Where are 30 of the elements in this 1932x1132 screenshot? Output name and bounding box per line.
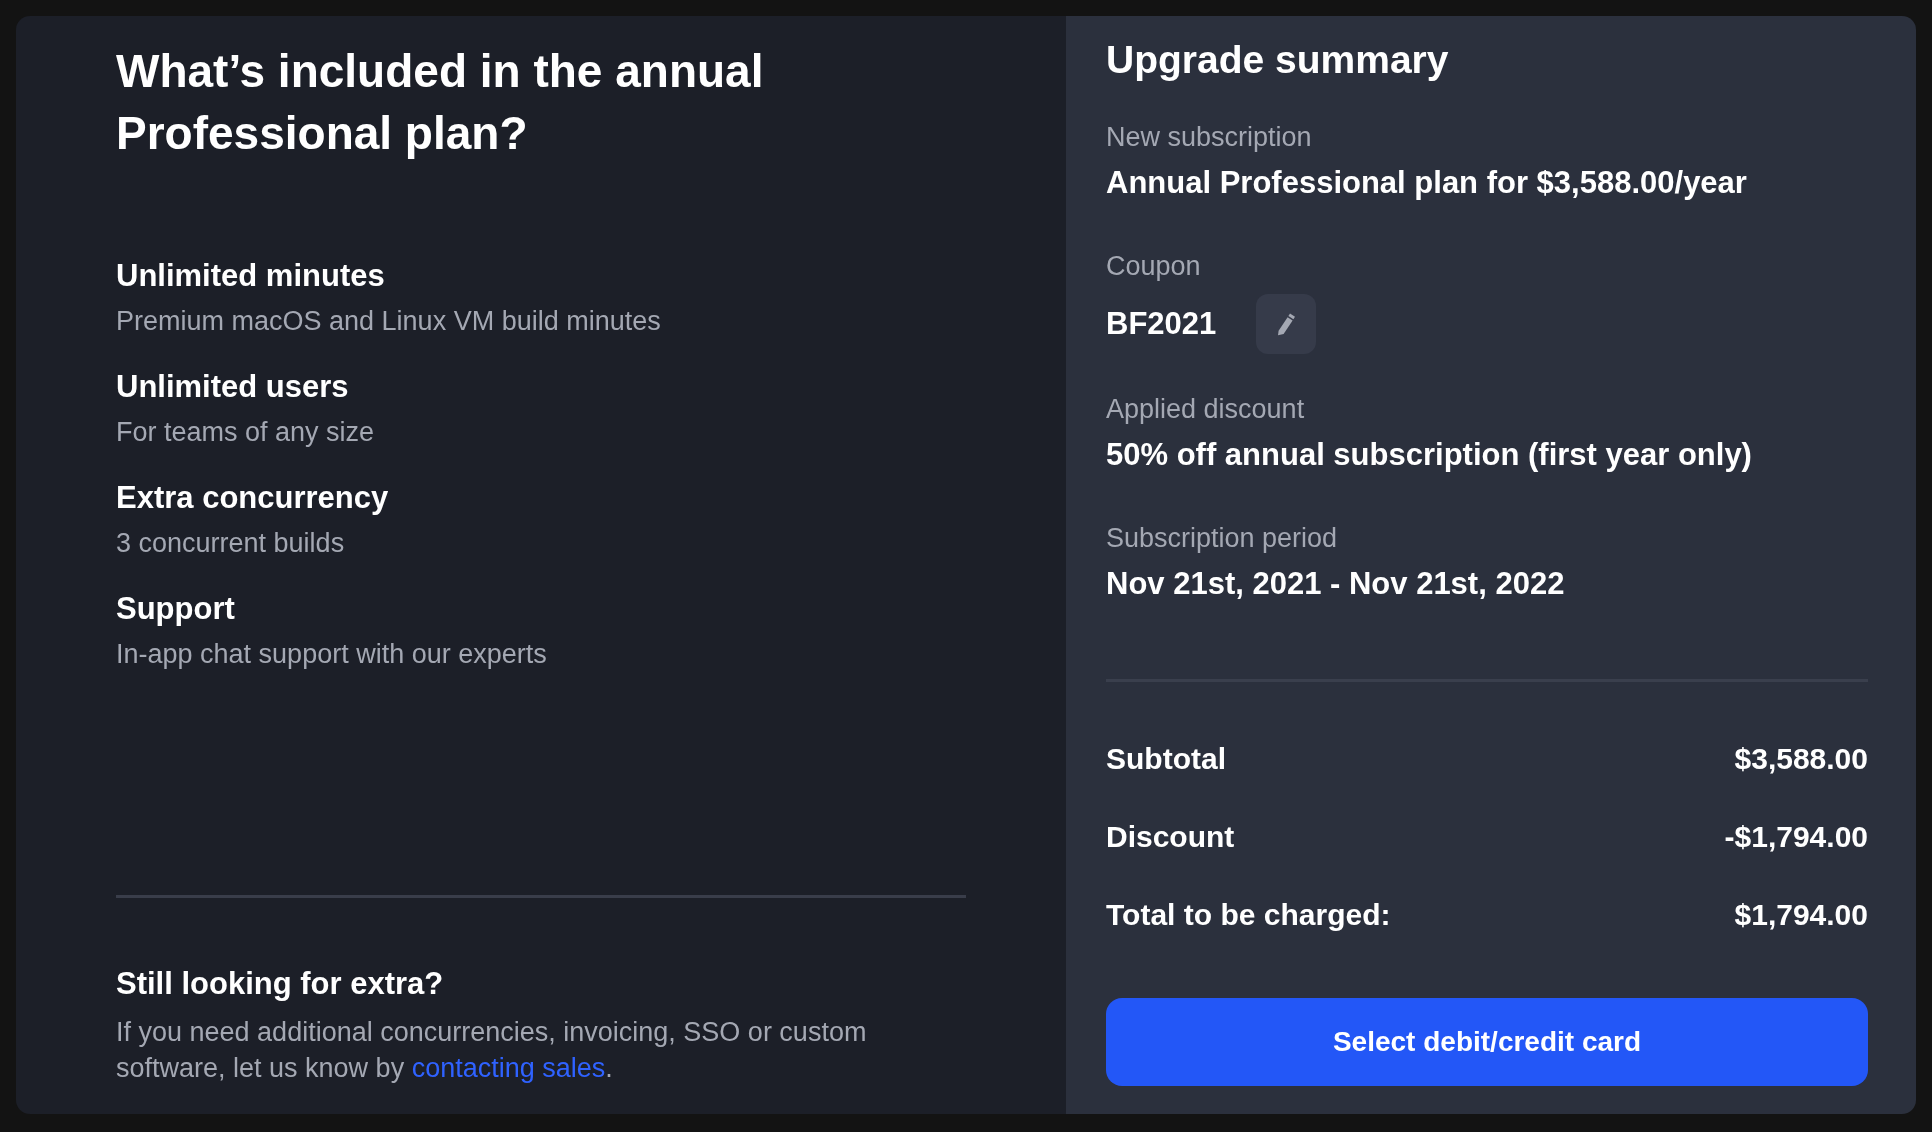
summary-title: Upgrade summary bbox=[1106, 38, 1450, 82]
contact-sales-link[interactable]: contacting sales bbox=[411, 1053, 606, 1083]
field-label: Coupon bbox=[1106, 251, 1202, 282]
feature-title: Support bbox=[116, 591, 236, 627]
plan-title: What’s included in the annual Professional plan? bbox=[116, 44, 765, 161]
feature-description: Premium macOS and Linux VM build minutes bbox=[116, 306, 662, 337]
field-label: Applied discount bbox=[1106, 394, 1306, 425]
field-label: Subscription period bbox=[1106, 523, 1339, 554]
total-label: Discount bbox=[1106, 820, 1235, 854]
select-card-button[interactable]: Select debit/credit card bbox=[1106, 998, 1868, 1086]
feature-description: In-app chat support with our experts bbox=[116, 639, 548, 670]
feature-title: Unlimited users bbox=[116, 369, 350, 405]
extra-text: If you need additional concurrencies, invoicing, SSO or custom software, let us know by contacting sales. bbox=[116, 1016, 868, 1085]
feature-title: Unlimited minutes bbox=[116, 258, 386, 294]
feature-description: 3 concurrent builds bbox=[116, 528, 346, 559]
edit-button[interactable] bbox=[1256, 294, 1317, 354]
feature-description: For teams of any size bbox=[116, 417, 376, 448]
extra-title: Still looking for extra? bbox=[116, 966, 445, 1002]
field-label: New subscription bbox=[1106, 122, 1313, 153]
total-amount: -$1,794.00 bbox=[1724, 820, 1868, 854]
coupon-code: BF2021 bbox=[1106, 306, 1217, 342]
field-value: Annual Professional plan for $3,588.00/year bbox=[1106, 165, 1748, 201]
total-label: Subtotal bbox=[1106, 742, 1226, 776]
total-label: Total to be charged: bbox=[1106, 898, 1391, 932]
pencil-icon bbox=[1275, 312, 1298, 336]
feature-title: Extra concurrency bbox=[116, 480, 390, 516]
total-amount: $3,588.00 bbox=[1734, 742, 1868, 776]
field-value: Nov 21st, 2021 - Nov 21st, 2022 bbox=[1106, 566, 1566, 602]
total-amount: $1,794.00 bbox=[1734, 898, 1868, 932]
field-value: 50% off annual subscription (first year only) bbox=[1106, 437, 1753, 473]
